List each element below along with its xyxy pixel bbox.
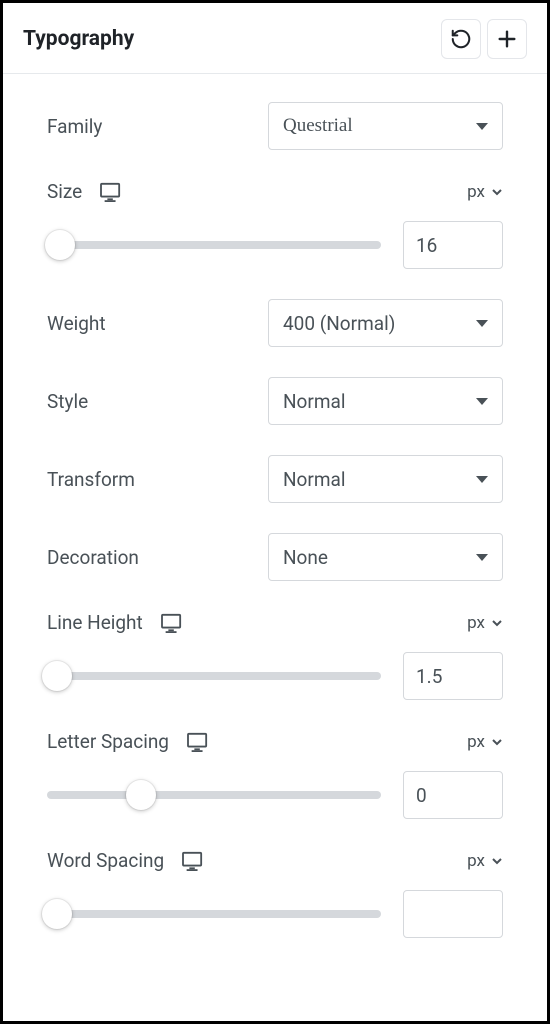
line-height-unit: px [467, 613, 485, 633]
chevron-down-icon [491, 186, 503, 198]
responsive-icon[interactable] [187, 732, 209, 752]
letter-spacing-label-left: Letter Spacing [47, 730, 209, 753]
caret-down-icon [476, 554, 488, 561]
weight-select[interactable]: 400 (Normal) [268, 299, 503, 347]
family-value: Questrial [283, 115, 353, 137]
line-height-block: Line Height px [47, 611, 503, 700]
word-spacing-slider[interactable] [47, 910, 381, 918]
word-spacing-label-left: Word Spacing [47, 849, 204, 872]
transform-row: Transform Normal [47, 455, 503, 503]
chevron-down-icon [491, 617, 503, 629]
responsive-icon[interactable] [161, 613, 183, 633]
size-unit: px [467, 182, 485, 202]
add-button[interactable] [487, 19, 527, 59]
style-row: Style Normal [47, 377, 503, 425]
letter-spacing-block: Letter Spacing px [47, 730, 503, 819]
decoration-row: Decoration None [47, 533, 503, 581]
family-row: Family Questrial [47, 102, 503, 150]
size-label: Size [47, 180, 82, 203]
word-spacing-slider-thumb[interactable] [42, 899, 72, 929]
size-unit-toggle[interactable]: px [467, 182, 503, 202]
responsive-icon[interactable] [100, 182, 122, 202]
line-height-slider[interactable] [47, 672, 381, 680]
letter-spacing-label-row: Letter Spacing px [47, 730, 503, 753]
undo-icon [450, 28, 472, 50]
caret-down-icon [476, 398, 488, 405]
style-select[interactable]: Normal [268, 377, 503, 425]
decoration-select[interactable]: None [268, 533, 503, 581]
line-height-input[interactable] [416, 665, 490, 688]
decoration-label: Decoration [47, 546, 139, 569]
chevron-down-icon [491, 736, 503, 748]
caret-down-icon [476, 123, 488, 130]
panel-header: Typography [3, 3, 547, 74]
word-spacing-label-row: Word Spacing px [47, 849, 503, 872]
weight-label: Weight [47, 312, 106, 335]
family-label: Family [47, 115, 102, 138]
style-value: Normal [283, 390, 345, 413]
letter-spacing-slider-thumb[interactable] [126, 780, 156, 810]
size-input[interactable] [416, 234, 490, 257]
word-spacing-input[interactable] [416, 903, 490, 926]
panel-body: Family Questrial Size [3, 74, 547, 938]
line-height-input-wrapper [403, 652, 503, 700]
size-label-row: Size px [47, 180, 503, 203]
transform-value: Normal [283, 468, 345, 491]
line-height-label-row: Line Height px [47, 611, 503, 634]
letter-spacing-label: Letter Spacing [47, 730, 169, 753]
letter-spacing-unit: px [467, 732, 485, 752]
header-actions [441, 19, 527, 59]
size-slider-thumb[interactable] [45, 230, 75, 260]
size-block: Size px [47, 180, 503, 269]
line-height-slider-row [47, 652, 503, 700]
transform-label: Transform [47, 468, 135, 491]
panel-title: Typography [23, 27, 134, 51]
line-height-label: Line Height [47, 611, 143, 634]
reset-button[interactable] [441, 19, 481, 59]
weight-row: Weight 400 (Normal) [47, 299, 503, 347]
transform-select[interactable]: Normal [268, 455, 503, 503]
word-spacing-slider-row [47, 890, 503, 938]
chevron-down-icon [491, 855, 503, 867]
decoration-value: None [283, 546, 328, 569]
size-slider-row [47, 221, 503, 269]
word-spacing-block: Word Spacing px [47, 849, 503, 938]
size-slider[interactable] [47, 241, 381, 249]
typography-panel: Typography Family Questrial [0, 0, 550, 1024]
family-select[interactable]: Questrial [268, 102, 503, 150]
letter-spacing-input-wrapper [403, 771, 503, 819]
style-label: Style [47, 390, 88, 413]
word-spacing-input-wrapper [403, 890, 503, 938]
caret-down-icon [476, 320, 488, 327]
size-label-left: Size [47, 180, 122, 203]
plus-icon [496, 28, 518, 50]
word-spacing-label: Word Spacing [47, 849, 164, 872]
word-spacing-unit: px [467, 851, 485, 871]
line-height-slider-thumb[interactable] [42, 661, 72, 691]
letter-spacing-unit-toggle[interactable]: px [467, 732, 503, 752]
caret-down-icon [476, 476, 488, 483]
word-spacing-unit-toggle[interactable]: px [467, 851, 503, 871]
letter-spacing-input[interactable] [416, 784, 490, 807]
responsive-icon[interactable] [182, 851, 204, 871]
line-height-unit-toggle[interactable]: px [467, 613, 503, 633]
letter-spacing-slider-row [47, 771, 503, 819]
letter-spacing-slider[interactable] [47, 791, 381, 799]
size-input-wrapper [403, 221, 503, 269]
weight-value: 400 (Normal) [283, 312, 395, 335]
line-height-label-left: Line Height [47, 611, 183, 634]
